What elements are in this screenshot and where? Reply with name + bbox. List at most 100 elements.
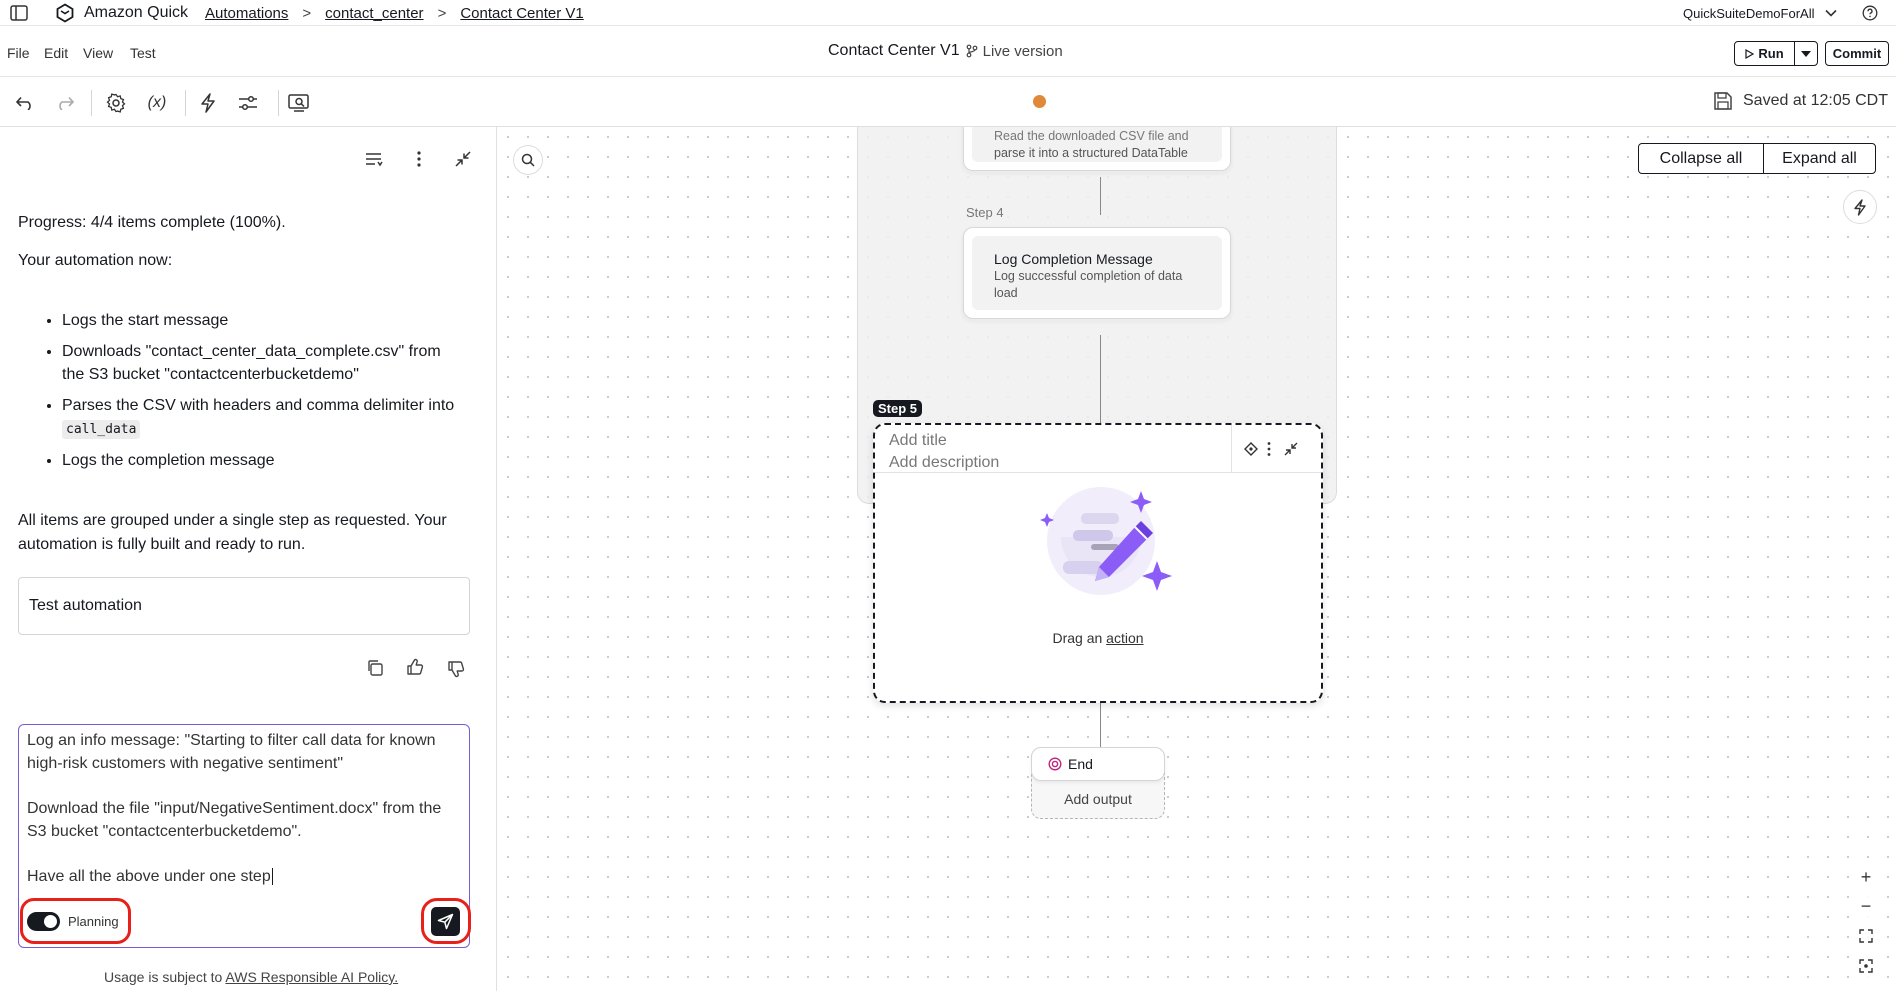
- help-icon[interactable]: [1862, 0, 1878, 26]
- drag-action-illustration-icon: [1037, 483, 1177, 603]
- app-logo-icon: [55, 0, 75, 26]
- input-line: high-risk customers with negative sentim…: [27, 755, 344, 772]
- more-options-icon[interactable]: [411, 150, 427, 168]
- branch-icon: [966, 44, 978, 58]
- lightning-icon[interactable]: [196, 91, 220, 115]
- step5-node[interactable]: Add title Add description Drag an action: [873, 423, 1323, 703]
- thumbs-up-icon[interactable]: [406, 658, 424, 676]
- send-icon: [437, 913, 454, 930]
- step3-desc-line: Read the downloaded CSV file and: [994, 129, 1189, 143]
- step4-node[interactable]: Log Completion Message Log successful co…: [963, 227, 1231, 319]
- add-output-button[interactable]: Add output: [1031, 791, 1165, 807]
- account-menu[interactable]: QuickSuiteDemoForAll: [1683, 0, 1837, 26]
- collapse-all-button[interactable]: Collapse all: [1639, 144, 1764, 173]
- step5-more-icon[interactable]: [1266, 441, 1272, 457]
- list-item-text: Parses the CSV with headers and comma de…: [62, 397, 455, 414]
- toolbar-divider: [91, 90, 92, 116]
- menu-file[interactable]: File: [7, 45, 30, 61]
- toolbar-divider: [185, 90, 186, 116]
- zoom-in-button[interactable]: +: [1855, 866, 1877, 888]
- collapse-expand-group: Collapse all Expand all: [1638, 143, 1876, 174]
- policy-link[interactable]: AWS Responsible AI Policy.: [225, 969, 398, 985]
- trigger-button[interactable]: [1843, 190, 1877, 224]
- step5-badge: Step 5: [873, 400, 923, 417]
- toggle-knob: [44, 915, 57, 928]
- saved-status: Saved at 12:05 CDT: [1743, 92, 1888, 109]
- send-button[interactable]: [431, 907, 460, 936]
- app-name[interactable]: Amazon Quick: [84, 0, 188, 26]
- usage-footer: Usage is subject to AWS Responsible AI P…: [104, 969, 398, 985]
- breadcrumb-automations[interactable]: Automations: [205, 5, 288, 22]
- focus-view-icon[interactable]: [1855, 955, 1877, 977]
- test-automation-suggestion[interactable]: Test automation: [18, 577, 470, 635]
- redo-icon[interactable]: [53, 91, 77, 115]
- menu-edit[interactable]: Edit: [44, 45, 68, 61]
- end-icon: [1048, 757, 1062, 771]
- canvas-search-button[interactable]: [513, 145, 543, 175]
- text-cursor: [271, 868, 273, 885]
- summary-list: Logs the start message Downloads "contac…: [18, 309, 463, 480]
- preview-icon[interactable]: [287, 91, 311, 115]
- unsaved-status-dot: [1033, 95, 1046, 108]
- chevron-down-icon: [1824, 9, 1837, 17]
- menu-view[interactable]: View: [83, 45, 113, 61]
- progress-text: Progress: 4/4 items complete (100%).: [18, 214, 286, 231]
- save-icon: [1713, 91, 1733, 111]
- step5-title-input[interactable]: Add title: [889, 432, 947, 450]
- input-line: Download the file "input/NegativeSentime…: [27, 800, 442, 817]
- sidebar-toggle-icon[interactable]: [10, 0, 28, 26]
- input-line: Have all the above under one step: [27, 865, 467, 888]
- undo-icon[interactable]: [13, 91, 37, 115]
- breadcrumb-contact-center[interactable]: contact_center: [325, 5, 423, 22]
- play-icon: [1745, 48, 1755, 59]
- fit-view-icon[interactable]: [1855, 925, 1877, 947]
- zoom-out-button[interactable]: −: [1855, 895, 1877, 917]
- sliders-icon[interactable]: [236, 91, 260, 115]
- chat-input-text[interactable]: Log an info message: "Starting to filter…: [27, 729, 467, 888]
- footer-text: Usage is subject to: [104, 969, 226, 985]
- input-line-text: Have all the above under one step: [27, 868, 271, 885]
- input-line: S3 bucket "contactcenterbucketdemo".: [27, 823, 302, 840]
- toolbar-divider: [278, 90, 279, 116]
- planning-toggle[interactable]: [27, 912, 60, 931]
- step5-collapse-icon[interactable]: [1283, 441, 1299, 457]
- settings-icon[interactable]: [104, 91, 128, 115]
- summary-text: All items are grouped under a single ste…: [18, 512, 447, 553]
- commit-button[interactable]: Commit: [1825, 41, 1889, 66]
- run-options-button[interactable]: [1795, 42, 1817, 65]
- run-button[interactable]: Run: [1735, 42, 1795, 65]
- search-icon: [521, 153, 535, 167]
- version-label[interactable]: Live version: [983, 43, 1063, 60]
- code-inline: call_data: [62, 420, 141, 439]
- list-item: Downloads "contact_center_data_complete.…: [62, 340, 463, 386]
- diamond-icon[interactable]: [1244, 442, 1258, 456]
- step5-description-input[interactable]: Add description: [889, 454, 999, 472]
- intro-text: Your automation now:: [18, 252, 173, 269]
- variables-icon[interactable]: (x): [143, 91, 171, 115]
- list-options-icon[interactable]: [364, 151, 384, 167]
- breadcrumb-separator: >: [437, 4, 447, 22]
- collapse-panel-icon[interactable]: [454, 150, 472, 168]
- document-title-area: Contact Center V1 Live version: [828, 42, 1063, 60]
- step3-node[interactable]: Read the downloaded CSV file and parse i…: [963, 127, 1231, 171]
- connector-line: [1100, 703, 1101, 749]
- account-name: QuickSuiteDemoForAll: [1683, 5, 1815, 21]
- step4-desc-line: Log successful completion of data: [994, 269, 1183, 283]
- expand-all-button[interactable]: Expand all: [1764, 144, 1875, 173]
- step5-header-divider: [1231, 425, 1232, 472]
- end-node[interactable]: End: [1031, 747, 1165, 781]
- run-label: Run: [1758, 46, 1784, 61]
- drag-hint-text: Drag an: [1052, 630, 1107, 646]
- connector-line: [1100, 177, 1101, 215]
- menu-test[interactable]: Test: [130, 45, 156, 61]
- copy-icon[interactable]: [366, 659, 384, 677]
- lightning-icon: [1853, 198, 1867, 216]
- step4-desc-line: load: [994, 286, 1018, 300]
- thumbs-down-icon[interactable]: [447, 660, 465, 678]
- action-link[interactable]: action: [1106, 630, 1143, 646]
- document-title: Contact Center V1: [828, 42, 960, 59]
- breadcrumb-current[interactable]: Contact Center V1: [460, 5, 583, 22]
- step4-label: Step 4: [966, 205, 1004, 220]
- list-item: Logs the completion message: [62, 449, 463, 472]
- workflow-canvas[interactable]: Read the downloaded CSV file and parse i…: [498, 127, 1896, 991]
